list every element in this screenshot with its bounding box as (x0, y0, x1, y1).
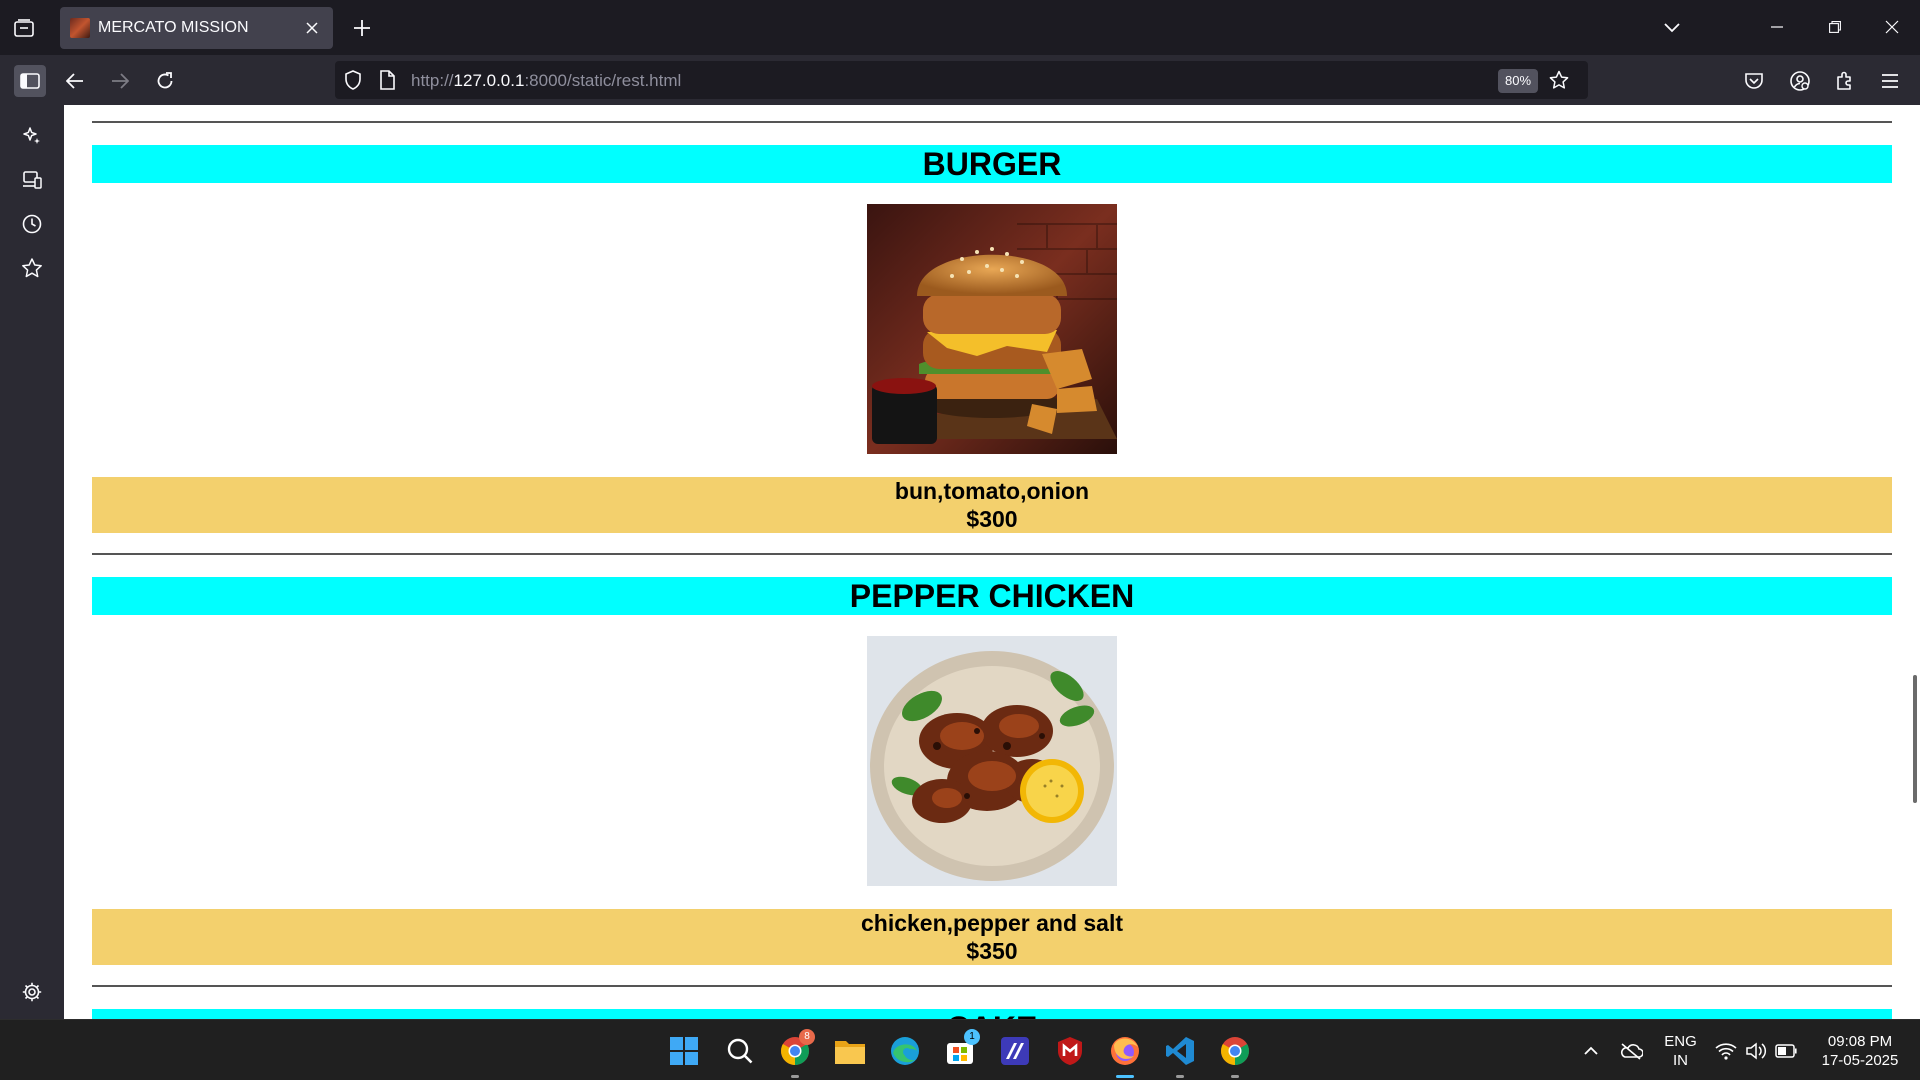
divider (92, 121, 1892, 123)
menu-item-title: PEPPER CHICKEN (92, 577, 1892, 615)
minimize-icon[interactable] (1757, 10, 1797, 44)
browser-sidebar (0, 105, 64, 1019)
chrome-secondary-icon[interactable] (1217, 1033, 1253, 1078)
menu-item-title: CAKE (92, 1009, 1892, 1019)
url-host: 127.0.0.1 (453, 71, 525, 90)
pocket-icon[interactable] (1738, 65, 1770, 97)
divider (92, 985, 1892, 987)
running-indicator (1176, 1075, 1184, 1078)
tab-title: MERCATO MISSION (98, 19, 249, 36)
file-explorer-icon[interactable] (832, 1033, 868, 1069)
microsoft-store-icon[interactable]: 1 (942, 1029, 980, 1069)
page-info-icon[interactable] (375, 68, 399, 92)
customize-sidebar-gear-icon[interactable] (18, 978, 46, 1006)
reload-icon[interactable] (149, 65, 181, 97)
tracking-protection-shield-icon[interactable] (341, 68, 365, 92)
pepper-chicken-image (867, 636, 1117, 886)
running-indicator (791, 1075, 799, 1078)
synced-tabs-icon[interactable] (18, 166, 46, 194)
address-bar[interactable]: http://127.0.0.1:8000/static/rest.html 8… (335, 61, 1588, 99)
extensions-icon[interactable] (1829, 65, 1861, 97)
sidebar-toggle-icon[interactable] (14, 65, 46, 97)
notification-badge: 1 (964, 1029, 980, 1045)
show-hidden-icons-chevron-icon[interactable] (1576, 1033, 1606, 1069)
running-indicator (1231, 1075, 1239, 1078)
menu-item-price: $350 (966, 938, 1018, 964)
app-menu-icon[interactable] (1874, 65, 1906, 97)
bookmarks-icon[interactable] (18, 254, 46, 282)
wifi-icon[interactable] (1711, 1033, 1741, 1069)
language-line-2: IN (1673, 1052, 1688, 1069)
firefox-icon[interactable] (1107, 1033, 1143, 1078)
search-icon[interactable] (722, 1033, 758, 1069)
bookmark-star-icon[interactable] (1547, 68, 1571, 92)
close-window-icon[interactable] (1872, 10, 1912, 44)
mcafee-icon[interactable] (1052, 1033, 1088, 1069)
active-indicator (1116, 1075, 1134, 1078)
battery-icon[interactable] (1771, 1033, 1801, 1069)
tab-strip: MERCATO MISSION (0, 0, 1920, 55)
close-tab-icon[interactable] (301, 17, 323, 39)
divider (92, 553, 1892, 555)
url-path: :8000/static/rest.html (524, 71, 682, 90)
menu-item-title: BURGER (92, 145, 1892, 183)
ai-chatbot-icon[interactable] (18, 122, 46, 150)
notification-badge: 8 (799, 1029, 815, 1045)
url-text[interactable]: http://127.0.0.1:8000/static/rest.html (411, 71, 681, 91)
volume-icon[interactable] (1741, 1033, 1771, 1069)
input-language-indicator[interactable]: ENG IN (1658, 1032, 1703, 1070)
windows-start-icon[interactable] (666, 1033, 702, 1069)
clock-time: 09:08 PM (1827, 1033, 1893, 1050)
edge-icon[interactable] (887, 1033, 923, 1069)
menu-item-ingredients: chicken,pepper and salt (860, 910, 1124, 936)
web-page-content: BURGER bun,tomato,onion $300 PEPPER CHIC… (64, 105, 1920, 1019)
windows-taskbar: 8 1 ENG IN 09:08 PM 17-05-2025 (0, 1019, 1920, 1080)
back-icon[interactable] (59, 65, 91, 97)
vscode-icon[interactable] (1162, 1033, 1198, 1078)
clock-date: 17-05-2025 (1821, 1052, 1899, 1069)
clock[interactable]: 09:08 PM 17-05-2025 (1810, 1032, 1910, 1070)
zoom-level-button[interactable]: 80% (1498, 69, 1539, 93)
list-all-tabs-icon[interactable] (1660, 16, 1684, 40)
forward-icon[interactable] (104, 65, 136, 97)
menu-item-ingredients: bun,tomato,onion (894, 478, 1090, 504)
url-prefix: http:// (411, 71, 454, 90)
firefox-view-icon[interactable] (12, 16, 36, 40)
menu-item-description: chicken,pepper and salt $350 (92, 909, 1892, 965)
chrome-icon[interactable]: 8 (777, 1029, 815, 1078)
site-favicon-icon (70, 18, 90, 38)
language-line-1: ENG (1664, 1033, 1697, 1050)
account-icon[interactable] (1784, 65, 1816, 97)
burger-image (867, 204, 1117, 454)
app-icon-purple[interactable] (997, 1033, 1033, 1069)
menu-item-description: bun,tomato,onion $300 (92, 477, 1892, 533)
navigation-toolbar: http://127.0.0.1:8000/static/rest.html 8… (0, 55, 1920, 105)
restore-icon[interactable] (1815, 10, 1855, 44)
menu-item-price: $300 (966, 506, 1018, 532)
onedrive-offline-icon[interactable] (1616, 1033, 1646, 1069)
tab-mercato-mission[interactable]: MERCATO MISSION (60, 7, 333, 49)
history-icon[interactable] (18, 210, 46, 238)
new-tab-icon[interactable] (350, 16, 374, 40)
page-scrollbar[interactable] (1913, 675, 1917, 803)
